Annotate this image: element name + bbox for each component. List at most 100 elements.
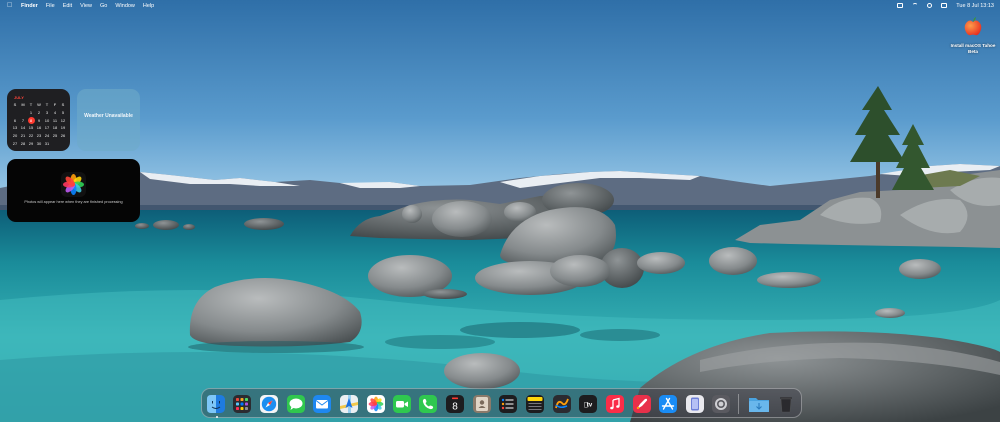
dock-calendar[interactable]: 8 <box>445 394 465 414</box>
calendar-day: 27 <box>12 140 18 146</box>
dock-finder[interactable] <box>206 394 226 414</box>
calendar-day: 10 <box>44 117 50 123</box>
dock-contacts[interactable] <box>472 394 492 414</box>
calendar-icon-date: 8 <box>452 402 458 413</box>
calendar-day: 12 <box>60 117 66 123</box>
calendar-day: 11 <box>52 117 58 123</box>
appstore-icon <box>659 395 677 413</box>
weather-message: Weather Unavailable <box>84 113 133 119</box>
dock-reminders[interactable] <box>498 394 518 414</box>
dock-mail[interactable] <box>312 394 332 414</box>
dock-iphone-mirroring[interactable] <box>685 394 705 414</box>
calendar-day: 7 <box>21 117 25 123</box>
menu-window[interactable]: Window <box>115 3 135 9</box>
iphone-mirroring-icon <box>686 395 704 413</box>
weather-widget[interactable]: Weather Unavailable <box>77 89 140 151</box>
dock-launchpad[interactable] <box>232 394 252 414</box>
dock-messages[interactable] <box>286 394 306 414</box>
calendar-day: 30 <box>36 140 42 146</box>
dock-freeform[interactable] <box>552 394 572 414</box>
calendar-day: 23 <box>36 133 42 139</box>
dock-notes[interactable] <box>525 394 545 414</box>
messages-icon <box>287 395 305 413</box>
dock-maps[interactable] <box>339 394 359 414</box>
menu-edit[interactable]: Edit <box>63 3 72 9</box>
settings-icon <box>712 395 730 413</box>
photos-message: Photos will appear here when they are fi… <box>24 200 123 204</box>
battery-icon[interactable] <box>897 3 904 8</box>
calendar-week-row: 13 14 15 16 17 18 19 <box>11 124 67 132</box>
calendar-day: 5 <box>61 109 65 115</box>
menu-view[interactable]: View <box>80 3 92 9</box>
dock-games[interactable] <box>632 394 652 414</box>
calendar-day <box>11 109 19 117</box>
calendar-day: 18 <box>52 125 58 131</box>
safari-icon <box>260 395 278 413</box>
weekday-header: M <box>21 102 25 107</box>
calendar-day: 13 <box>12 125 18 131</box>
calendar-day: 3 <box>45 109 49 115</box>
calendar-day: 9 <box>37 117 41 123</box>
maps-icon <box>340 395 358 413</box>
calendar-day: 4 <box>53 109 57 115</box>
dock-downloads-folder[interactable] <box>748 394 769 414</box>
calendar-day: 16 <box>36 125 42 131</box>
wifi-icon[interactable] <box>912 3 919 8</box>
calendar-week-row: 6 7 8 9 10 11 12 <box>11 116 67 125</box>
dock-safari[interactable] <box>259 394 279 414</box>
mail-icon <box>313 395 331 413</box>
calendar-day <box>51 140 59 148</box>
control-center-icon[interactable] <box>941 3 948 8</box>
calendar-weekday-row: S M T W T F S <box>11 101 67 109</box>
calendar-day: 26 <box>60 133 66 139</box>
dock-photos[interactable] <box>366 394 386 414</box>
calendar-widget[interactable]: JULY S M T W T F S 1 2 3 4 5 6 7 8 9 10 … <box>7 89 70 151</box>
weekday-header: T <box>45 102 49 107</box>
calendar-day <box>59 140 67 148</box>
facetime-icon <box>393 395 411 413</box>
finder-icon <box>207 395 225 413</box>
calendar-week-row: 20 21 22 23 24 25 26 <box>11 132 67 140</box>
desktop:  Finder File Edit View Go Window Help T… <box>0 0 1000 422</box>
menu-clock[interactable]: Tue 8 Jul 13:13 <box>956 3 994 9</box>
notes-icon <box>526 395 544 413</box>
dock-phone[interactable] <box>418 394 438 414</box>
calendar-day: 29 <box>28 140 34 146</box>
desktop-icon-install-macos[interactable]: Install macOS Tahoe Beta <box>950 16 996 55</box>
dock-facetime[interactable] <box>392 394 412 414</box>
weekday-header: T <box>29 102 33 107</box>
phone-icon <box>419 395 437 413</box>
calendar-day: 2 <box>37 109 41 115</box>
weekday-header: S <box>13 102 17 107</box>
reminders-icon <box>499 395 517 413</box>
contacts-icon <box>473 395 491 413</box>
calendar-day: 21 <box>20 133 26 139</box>
freeform-icon <box>553 395 571 413</box>
dock-app-store[interactable] <box>658 394 678 414</box>
running-indicator <box>216 416 218 418</box>
calendar-day: 19 <box>60 125 66 131</box>
music-icon <box>606 395 624 413</box>
dock-tv[interactable]:  tv <box>578 394 598 414</box>
today-marker: 8 <box>27 116 35 124</box>
weekday-header: F <box>53 102 57 107</box>
calendar-day: 14 <box>20 125 26 131</box>
trash-icon <box>780 397 792 413</box>
dock-music[interactable] <box>605 394 625 414</box>
menu-file[interactable]: File <box>46 3 55 9</box>
calendar-day: 15 <box>28 125 34 131</box>
photos-widget[interactable]: Photos will appear here when they are fi… <box>7 159 140 222</box>
spotlight-search-icon[interactable] <box>927 3 933 8</box>
photos-widget-icon <box>61 172 86 197</box>
dock-trash[interactable] <box>776 394 796 414</box>
apple-menu-icon[interactable]:  <box>7 2 21 9</box>
calendar-day <box>19 109 27 117</box>
menu-app-name[interactable]: Finder <box>21 3 38 9</box>
calendar-day-today: 8 <box>27 116 35 125</box>
calendar-week-row: 1 2 3 4 5 <box>11 109 67 117</box>
calendar-day: 28 <box>20 140 26 146</box>
dock-system-settings[interactable] <box>711 394 731 414</box>
calendar-day: 6 <box>13 117 17 123</box>
menu-help[interactable]: Help <box>143 3 154 9</box>
menu-go[interactable]: Go <box>100 3 107 9</box>
